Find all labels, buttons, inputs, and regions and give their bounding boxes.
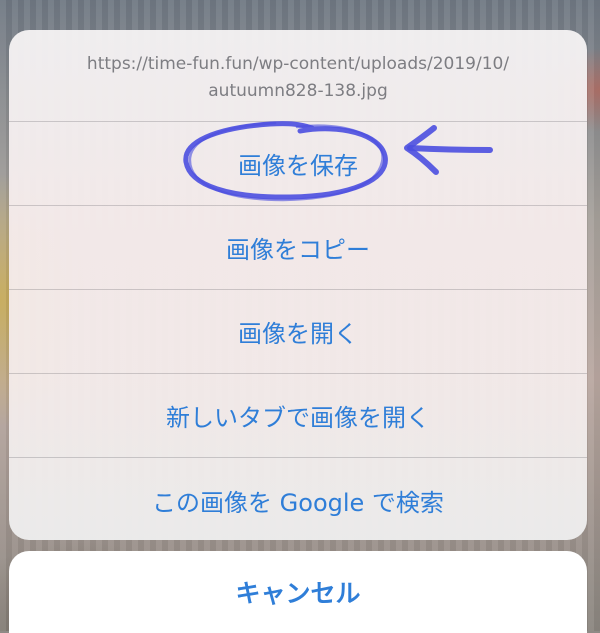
search-image-google-label: この画像を Google で検索 — [152, 489, 444, 517]
copy-image-button[interactable]: 画像をコピー — [9, 206, 587, 290]
open-image-new-tab-button[interactable]: 新しいタブで画像を開く — [9, 374, 587, 458]
action-sheet: https://time-fun.fun/wp-content/uploads/… — [9, 30, 587, 540]
copy-image-label: 画像をコピー — [226, 236, 370, 264]
image-url-line-1: https://time-fun.fun/wp-content/uploads/… — [86, 54, 510, 74]
search-image-google-button[interactable]: この画像を Google で検索 — [9, 458, 587, 540]
image-url-line-2: autuumn828-138.jpg — [208, 81, 388, 101]
open-image-label: 画像を開く — [238, 320, 358, 348]
save-image-label: 画像を保存 — [238, 152, 358, 180]
save-image-button[interactable]: 画像を保存 — [9, 122, 587, 206]
cancel-button[interactable]: キャンセル — [9, 551, 587, 633]
image-url-header: https://time-fun.fun/wp-content/uploads/… — [9, 30, 587, 122]
open-image-button[interactable]: 画像を開く — [9, 290, 587, 374]
open-image-new-tab-label: 新しいタブで画像を開く — [166, 404, 430, 432]
cancel-label: キャンセル — [235, 579, 361, 608]
